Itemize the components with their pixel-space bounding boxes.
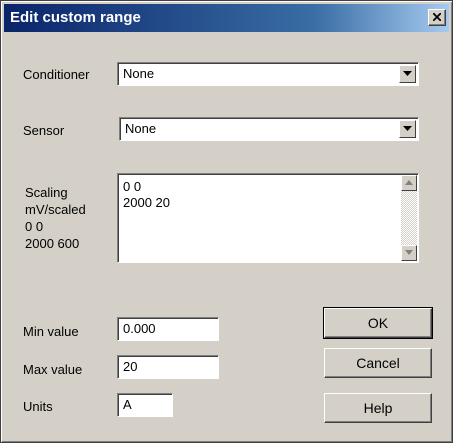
window-title: Edit custom range [10,9,141,26]
chevron-down-icon [403,126,412,131]
arrow-down-icon [405,250,413,255]
max-value-input[interactable]: 20 [117,355,219,379]
min-value-text: 0.000 [123,321,156,336]
scaling-example-1: 0 0 [25,219,44,234]
chevron-down-icon [403,71,412,76]
close-icon [433,13,441,21]
scaling-text: 0 0 2000 20 [123,179,170,211]
units-text: A [123,397,132,412]
scaling-textarea[interactable]: 0 0 2000 20 [117,173,419,263]
conditioner-value: None [123,66,155,81]
ok-button[interactable]: OK [323,307,433,339]
sensor-select[interactable]: None [119,117,419,141]
edit-custom-range-dialog: Edit custom range Conditioner None Senso… [0,0,453,443]
title-bar[interactable]: Edit custom range [4,4,449,32]
conditioner-dropdown-button[interactable] [399,65,416,83]
conditioner-label: Conditioner [23,67,90,82]
help-button[interactable]: Help [324,393,432,423]
scroll-down-button[interactable] [401,245,417,261]
scaling-scrollbar[interactable] [401,175,417,261]
min-value-label: Min value [23,324,79,339]
conditioner-select[interactable]: None [117,62,419,86]
scaling-units-label: mV/scaled [25,202,86,217]
units-input[interactable]: A [117,393,173,417]
min-value-input[interactable]: 0.000 [117,317,219,341]
units-label: Units [23,399,53,414]
sensor-label: Sensor [23,123,65,138]
close-button[interactable] [428,9,446,26]
arrow-up-icon [405,180,413,185]
cancel-button[interactable]: Cancel [324,348,432,378]
sensor-value: None [125,121,157,136]
scaling-label: Scaling [25,185,68,200]
sensor-dropdown-button[interactable] [399,120,416,138]
max-value-text: 20 [123,359,138,374]
scroll-up-button[interactable] [401,175,417,191]
scaling-line: 0 0 [123,179,142,194]
max-value-label: Max value [23,362,83,377]
scaling-example-2: 2000 600 [25,236,80,251]
scaling-line: 2000 20 [123,195,170,210]
